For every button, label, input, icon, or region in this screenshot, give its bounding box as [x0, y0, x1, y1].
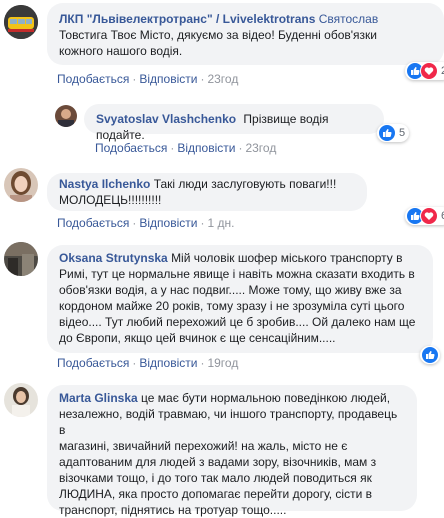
comment-text: обов'язки водія, а у нас подвиг..... Мож…: [59, 283, 402, 297]
reply-button[interactable]: Відповісти: [139, 72, 197, 86]
comment-text: до Європи, якщо цей вчинок є ще сенсацій…: [59, 331, 336, 345]
comment-text: ЛЮДИНА, яка просто допомагає перейти дор…: [59, 487, 373, 501]
separator: ·: [200, 216, 205, 230]
comment-text: візочками тощо, і до того так мало людей…: [59, 471, 372, 485]
comment-text: Товстига Твоє Місто, дякуємо за відео! Б…: [59, 28, 377, 42]
love-icon: [420, 207, 438, 225]
timestamp[interactable]: 23год: [245, 141, 276, 155]
comment-text: МОЛОДЕЦЬ!!!!!!!!!!: [59, 193, 162, 207]
comment-author[interactable]: Nastya Ilchenko: [59, 177, 150, 191]
comment-actions: Подобається · Відповісти · 23год: [57, 72, 238, 86]
comment-author[interactable]: ЛКП "Львівелектротранс" / Lvivelektrotra…: [59, 12, 315, 26]
reply-button[interactable]: Відповісти: [139, 356, 197, 370]
comment-text: транспорт, піднятись на тротуар тощо....…: [59, 503, 287, 517]
separator: ·: [170, 141, 175, 155]
comment-bubble: Marta Glinska це має бути нормальною пов…: [47, 385, 417, 517]
avatar[interactable]: [4, 242, 38, 276]
like-button[interactable]: Подобається: [57, 72, 129, 86]
tagged-user[interactable]: Святослав: [319, 12, 379, 26]
reaction-count-number: 5: [399, 127, 406, 139]
avatar[interactable]: [4, 5, 38, 39]
separator: ·: [200, 356, 205, 370]
like-button[interactable]: Подобається: [57, 216, 129, 230]
comment-actions: Подобається · Відповісти · 19год: [57, 356, 238, 370]
reaction-count[interactable]: 2: [405, 62, 444, 80]
timestamp[interactable]: 1 дн.: [207, 216, 234, 230]
avatar[interactable]: [4, 383, 38, 417]
separator: ·: [132, 72, 137, 86]
comment-bubble: ЛКП "Львівелектротранс" / Lvivelektrotra…: [47, 3, 444, 65]
comment-author[interactable]: Oksana Strutynska: [59, 251, 168, 265]
comment-text: адаптованим для людей з вадами зору, віз…: [59, 455, 377, 469]
comment-actions: Подобається · Відповісти · 23год: [95, 141, 276, 155]
separator: ·: [238, 141, 243, 155]
comment-text: кордоном майже 20 років, тому зразу і не…: [59, 299, 405, 313]
reaction-count[interactable]: 5: [377, 124, 410, 142]
separator: ·: [132, 356, 137, 370]
reply-button[interactable]: Відповісти: [177, 141, 235, 155]
comment-text: кожного нашого водія.: [59, 44, 183, 58]
timestamp[interactable]: 19год: [207, 356, 238, 370]
comment-text: відео.... Тут любий перехожий це б зроби…: [59, 315, 416, 329]
comment-bubble: Nastya Ilchenko Такі люди заслуговують п…: [47, 173, 367, 211]
separator: ·: [200, 72, 205, 86]
comment-text: магазині, звичайний перехожий! на жаль, …: [59, 439, 348, 453]
like-button[interactable]: Подобається: [95, 141, 167, 155]
comment-text: Такі люди заслуговують поваги!!!: [153, 177, 337, 191]
comment-actions: Подобається · Відповісти · 1 дн.: [57, 216, 234, 230]
comment-text: Римі, тут це нормальне явище і навіть мо…: [59, 267, 415, 281]
comment-text: незалежно, водій травмаю, чи іншого тран…: [59, 407, 398, 437]
avatar[interactable]: [55, 105, 77, 127]
reply-button[interactable]: Відповісти: [139, 216, 197, 230]
comment-text: Мій чоловік шофер міського транспорту в: [171, 251, 403, 265]
comment-bubble: Oksana Strutynska Мій чоловік шофер місь…: [47, 245, 433, 353]
comment-author[interactable]: Marta Glinska: [59, 391, 138, 405]
like-icon: [421, 346, 439, 364]
comment-text: це має бути нормальною поведінкою людей,: [141, 391, 391, 405]
reaction-count[interactable]: 6: [405, 207, 444, 225]
love-icon: [420, 62, 438, 80]
avatar[interactable]: [4, 168, 38, 202]
comment-bubble: Svyatoslav Vlashchenko Прізвище водія по…: [84, 104, 384, 142]
comment-author[interactable]: Svyatoslav Vlashchenko: [96, 112, 236, 126]
like-button[interactable]: Подобається: [57, 356, 129, 370]
like-icon: [378, 124, 396, 142]
separator: ·: [132, 216, 137, 230]
timestamp[interactable]: 23год: [207, 72, 238, 86]
reaction-count[interactable]: [420, 346, 440, 364]
